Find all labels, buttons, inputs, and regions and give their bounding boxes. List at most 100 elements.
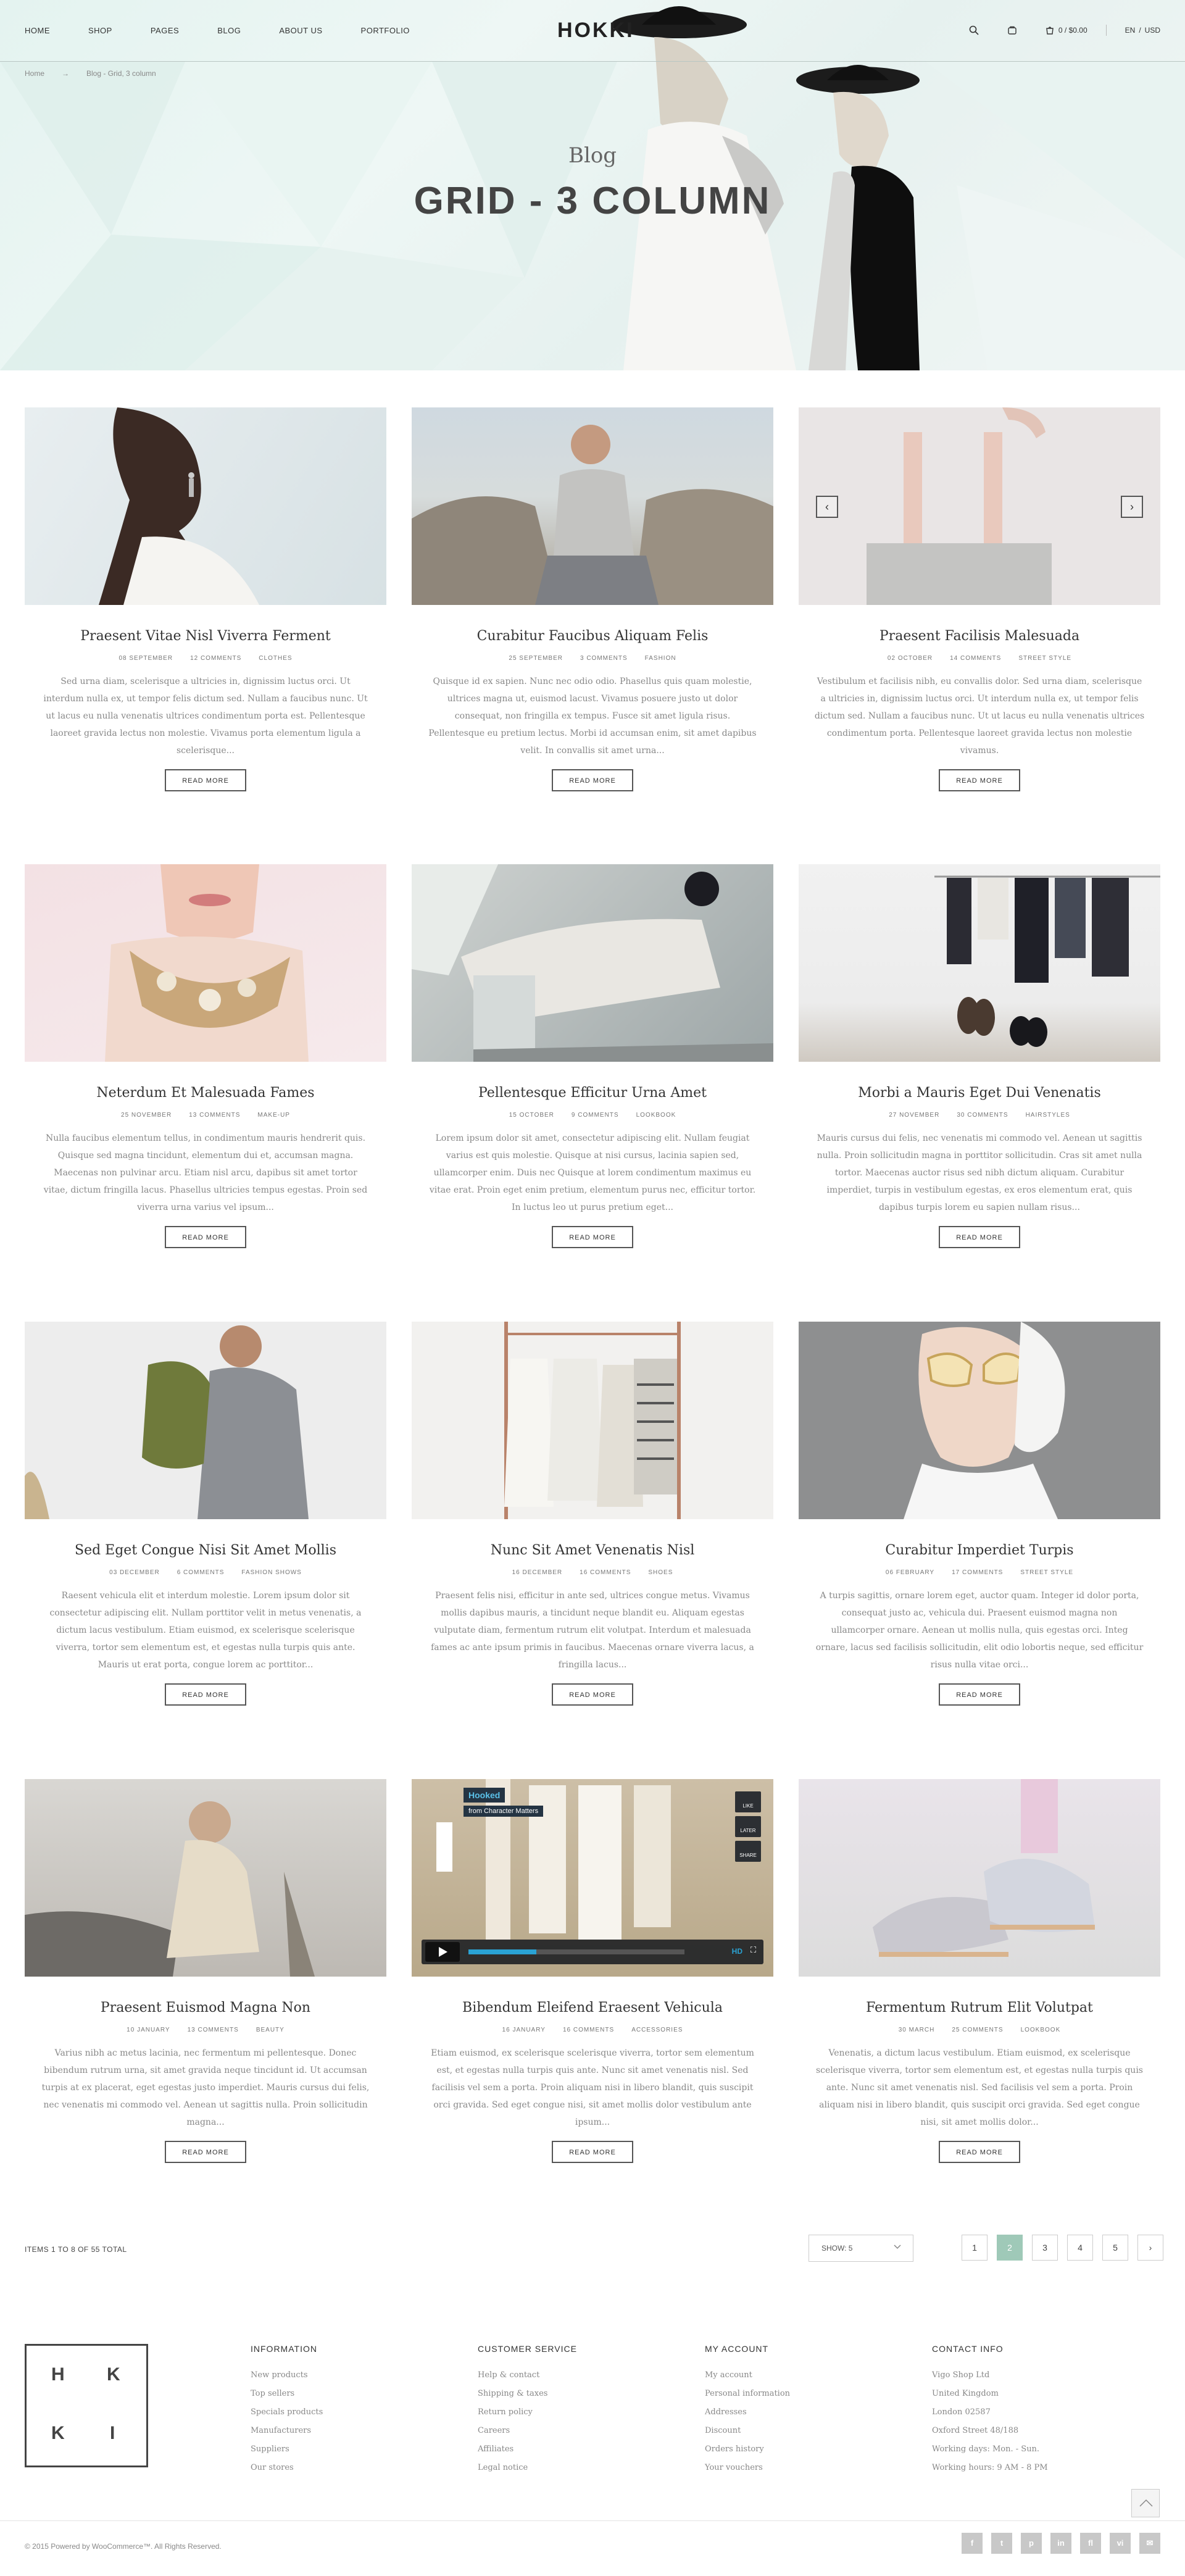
post-category[interactable]: SHOES <box>648 1569 673 1576</box>
post-title[interactable]: Morbi a Mauris Eget Dui Venenatis <box>799 1085 1160 1101</box>
slider-prev-button[interactable]: ‹ <box>816 496 838 518</box>
footer-link[interactable]: Orders history <box>705 2440 790 2459</box>
post-image[interactable] <box>412 407 773 605</box>
post-title[interactable]: Sed Eget Congue Nisi Sit Amet Mollis <box>25 1543 386 1558</box>
read-more-button[interactable]: READ MORE <box>939 1226 1020 1248</box>
post-comments[interactable]: 17 COMMENTS <box>952 1569 1003 1576</box>
post-image[interactable] <box>412 864 773 1062</box>
footer-link[interactable]: Our stores <box>251 2459 323 2477</box>
post-image[interactable] <box>25 1322 386 1519</box>
post-image[interactable] <box>25 1779 386 1977</box>
post-image[interactable] <box>799 1322 1160 1519</box>
post-comments[interactable]: 3 COMMENTS <box>580 655 628 662</box>
video-player[interactable]: Hooked from Character Matters LIKE LATER… <box>412 1779 773 1977</box>
share-icon[interactable]: SHARE <box>735 1841 761 1862</box>
post-category[interactable]: MAKE-UP <box>257 1112 290 1119</box>
read-more-button[interactable]: READ MORE <box>552 1226 633 1248</box>
video-author[interactable]: from Character Matters <box>464 1806 544 1817</box>
page-5[interactable]: 5 <box>1102 2235 1128 2261</box>
post-comments[interactable]: 9 COMMENTS <box>572 1112 619 1119</box>
footer-link[interactable]: Specials products <box>251 2403 323 2422</box>
post-comments[interactable]: 16 COMMENTS <box>580 1569 631 1576</box>
post-image[interactable] <box>799 1779 1160 1977</box>
instagram-icon[interactable]: in <box>1050 2533 1071 2554</box>
watch-later-icon[interactable]: LATER <box>735 1816 761 1837</box>
read-more-button[interactable]: READ MORE <box>552 2141 633 2163</box>
read-more-button[interactable]: READ MORE <box>939 1683 1020 1706</box>
post-category[interactable]: STREET STYLE <box>1018 655 1071 662</box>
footer-link[interactable]: Manufacturers <box>251 2422 323 2440</box>
read-more-button[interactable]: READ MORE <box>165 769 246 791</box>
post-title[interactable]: Pellentesque Efficitur Urna Amet <box>412 1085 773 1101</box>
slider-next-button[interactable]: › <box>1121 496 1143 518</box>
post-image[interactable] <box>412 1322 773 1519</box>
show-per-page-select[interactable]: SHOW: 5 <box>809 2235 913 2262</box>
read-more-button[interactable]: READ MORE <box>552 1683 633 1706</box>
footer-link[interactable]: My account <box>705 2366 790 2385</box>
post-comments[interactable]: 13 COMMENTS <box>188 2027 239 2033</box>
post-title[interactable]: Neterdum Et Malesuada Fames <box>25 1085 386 1101</box>
post-title[interactable]: Curabitur Imperdiet Turpis <box>799 1543 1160 1558</box>
post-title[interactable]: Nunc Sit Amet Venenatis Nisl <box>412 1543 773 1558</box>
page-2-active[interactable]: 2 <box>997 2235 1023 2261</box>
hd-badge[interactable]: HD <box>732 1947 742 1956</box>
post-comments[interactable]: 16 COMMENTS <box>563 2027 614 2033</box>
post-category[interactable]: STREET STYLE <box>1020 1569 1073 1576</box>
cart-button[interactable]: 0 / $0.00 <box>1045 25 1087 35</box>
footer-logo[interactable]: H K K I <box>25 2344 148 2467</box>
footer-link[interactable]: Help & contact <box>478 2366 577 2385</box>
post-comments[interactable]: 25 COMMENTS <box>952 2027 1003 2033</box>
like-icon[interactable]: LIKE <box>735 1791 761 1812</box>
post-comments[interactable]: 14 COMMENTS <box>950 655 1001 662</box>
nav-pages[interactable]: PAGES <box>151 26 179 35</box>
post-title[interactable]: Praesent Euismod Magna Non <box>25 2000 386 2015</box>
facebook-icon[interactable]: f <box>962 2533 983 2554</box>
search-icon[interactable] <box>968 25 979 36</box>
footer-link[interactable]: Addresses <box>705 2403 790 2422</box>
footer-link[interactable]: Discount <box>705 2422 790 2440</box>
post-comments[interactable]: 6 COMMENTS <box>177 1569 225 1576</box>
post-category[interactable]: BEAUTY <box>256 2027 285 2033</box>
footer-link[interactable]: Return policy <box>478 2403 577 2422</box>
post-category[interactable]: FASHION <box>645 655 676 662</box>
language-switch[interactable]: EN <box>1125 26 1136 35</box>
vimeo-icon[interactable]: vi <box>1110 2533 1131 2554</box>
read-more-button[interactable]: READ MORE <box>552 769 633 791</box>
post-category[interactable]: FASHION SHOWS <box>241 1569 301 1576</box>
post-title[interactable]: Curabitur Faucibus Aliquam Felis <box>412 628 773 644</box>
page-3[interactable]: 3 <box>1032 2235 1058 2261</box>
back-to-top-button[interactable] <box>1131 2489 1160 2517</box>
nav-shop[interactable]: SHOP <box>88 26 112 35</box>
post-title[interactable]: Fermentum Rutrum Elit Volutpat <box>799 2000 1160 2015</box>
post-image[interactable] <box>799 864 1160 1062</box>
post-comments[interactable]: 30 COMMENTS <box>957 1112 1008 1119</box>
page-4[interactable]: 4 <box>1067 2235 1093 2261</box>
footer-link[interactable]: Shipping & taxes <box>478 2385 577 2403</box>
footer-link[interactable]: Personal information <box>705 2385 790 2403</box>
email-icon[interactable]: ✉ <box>1139 2533 1160 2554</box>
footer-link[interactable]: Careers <box>478 2422 577 2440</box>
next-page-button[interactable]: › <box>1137 2235 1163 2261</box>
post-image[interactable] <box>25 407 386 605</box>
post-category[interactable]: ACCESSORIES <box>631 2027 683 2033</box>
page-1[interactable]: 1 <box>962 2235 988 2261</box>
post-category[interactable]: CLOTHES <box>259 655 292 662</box>
footer-link[interactable]: Affiliates <box>478 2440 577 2459</box>
post-comments[interactable]: 13 COMMENTS <box>189 1112 240 1119</box>
post-title[interactable]: Praesent Facilisis Malesuada <box>799 628 1160 644</box>
twitter-icon[interactable]: t <box>991 2533 1012 2554</box>
site-logo[interactable]: HOKKI <box>557 19 634 43</box>
post-title[interactable]: Praesent Vitae Nisl Viverra Ferment <box>25 628 386 644</box>
footer-link[interactable]: Legal notice <box>478 2459 577 2477</box>
pinterest-icon[interactable]: p <box>1021 2533 1042 2554</box>
video-title[interactable]: Hooked <box>464 1788 505 1803</box>
fullscreen-icon[interactable]: ⛶ <box>750 1946 756 1955</box>
currency-switch[interactable]: USD <box>1145 26 1160 35</box>
post-image[interactable]: ‹ › <box>799 407 1160 605</box>
post-comments[interactable]: 12 COMMENTS <box>190 655 241 662</box>
breadcrumb-home[interactable]: Home <box>25 69 44 78</box>
wishlist-icon[interactable] <box>1007 25 1018 36</box>
read-more-button[interactable]: READ MORE <box>165 2141 246 2163</box>
post-image[interactable] <box>25 864 386 1062</box>
flickr-icon[interactable]: fl <box>1080 2533 1101 2554</box>
